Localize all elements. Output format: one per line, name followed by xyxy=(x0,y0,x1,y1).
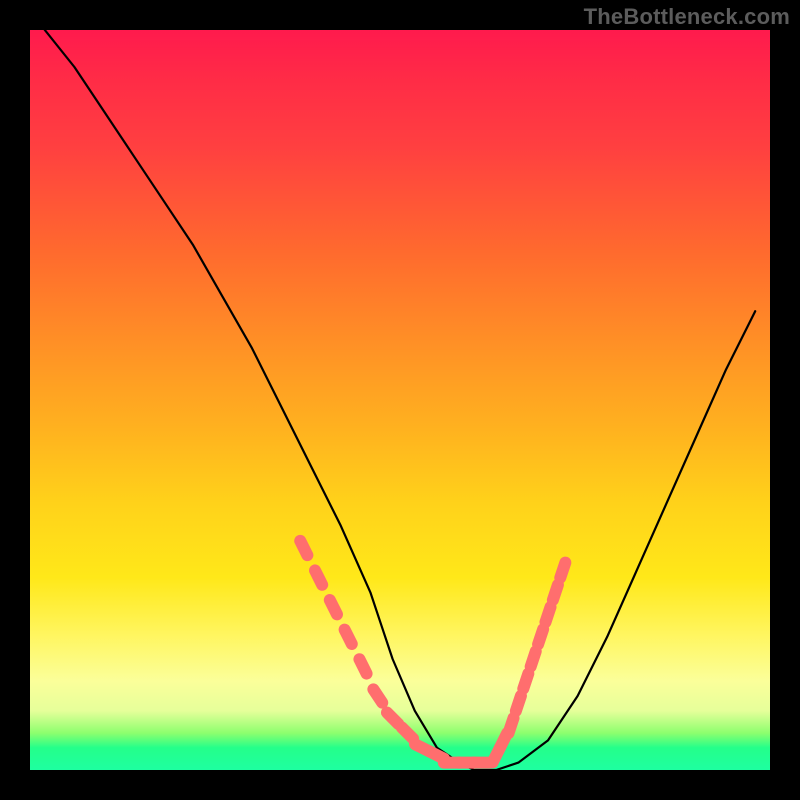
overlay-dot xyxy=(315,570,322,584)
curve-path xyxy=(45,30,755,770)
watermark-text: TheBottleneck.com xyxy=(584,4,790,30)
overlay-dot xyxy=(415,744,429,751)
overlay-dot xyxy=(560,563,565,578)
plot-area xyxy=(30,30,770,770)
overlay-dot xyxy=(538,629,543,644)
overlay-dot xyxy=(402,727,413,738)
overlay-dot xyxy=(531,651,536,666)
overlay-dot xyxy=(300,541,307,555)
overlay-dot xyxy=(373,689,382,702)
overlay-dot xyxy=(430,752,444,759)
overlay-dot xyxy=(508,718,513,733)
overlay-dot xyxy=(387,713,398,724)
overlay-dot xyxy=(516,696,521,711)
overlay-dot xyxy=(553,585,558,600)
overlay-dot xyxy=(330,600,337,614)
overlay-dot xyxy=(359,659,366,673)
chart-svg xyxy=(30,30,770,770)
overlay-dot xyxy=(345,630,352,644)
overlay-dot xyxy=(545,607,550,622)
overlay-dot xyxy=(493,748,500,762)
overlay-dot xyxy=(500,733,507,747)
chart-frame: TheBottleneck.com xyxy=(0,0,800,800)
overlay-dot xyxy=(523,674,528,689)
